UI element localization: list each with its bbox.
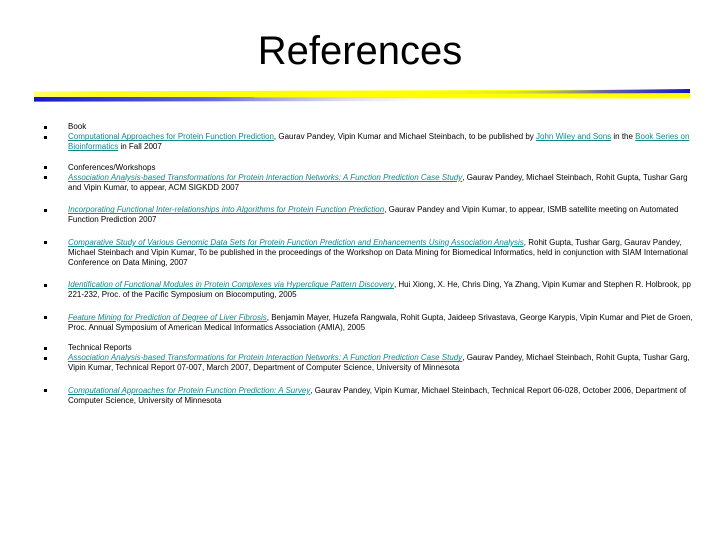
section-heading-book: Book (36, 122, 696, 132)
reference-link[interactable]: Computational Approaches for Protein Fun… (68, 386, 310, 395)
slide: References Book Computational Approaches… (0, 0, 720, 540)
reference-entry: Incorporating Functional Inter-relations… (36, 205, 696, 225)
reference-entry: Computational Approaches for Protein Fun… (36, 132, 696, 152)
decorative-divider-bar (34, 89, 690, 103)
section-heading-label: Conferences/Workshops (68, 162, 156, 172)
reference-link[interactable]: Identification of Functional Modules in … (68, 280, 394, 289)
reference-entry: Comparative Study of Various Genomic Dat… (36, 238, 696, 269)
reference-entry: Association Analysis-based Transformatio… (36, 173, 696, 193)
reference-link[interactable]: Association Analysis-based Transformatio… (68, 353, 462, 362)
reference-date: in Fall 2007 (118, 142, 162, 152)
reference-entry: Association Analysis-based Transformatio… (36, 353, 696, 373)
section-heading-label: Book (68, 122, 87, 131)
reference-link[interactable]: Comparative Study of Various Genomic Dat… (68, 238, 524, 247)
reference-entry: Feature Mining for Prediction of Degree … (36, 313, 696, 333)
section-heading-label: Technical Reports (68, 343, 132, 353)
reference-link[interactable]: Feature Mining for Prediction of Degree … (68, 313, 267, 322)
reference-link[interactable]: Association Analysis-based Transformatio… (68, 173, 462, 182)
section-heading-technical-reports: Technical Reports (36, 343, 696, 353)
reference-authors: , Gaurav Pandey, Vipin Kumar and Michael… (273, 132, 536, 142)
reference-connector: in the (611, 132, 636, 142)
section-heading-conferences: Conferences/Workshops (36, 163, 696, 173)
publisher-link[interactable]: John Wiley and Sons (536, 132, 611, 141)
reference-entry: Computational Approaches for Protein Fun… (36, 386, 696, 406)
reference-link[interactable]: Computational Approaches for Protein Fun… (68, 132, 274, 141)
divider-ribbon-icon (34, 89, 690, 102)
reference-link[interactable]: Incorporating Functional Inter-relations… (68, 205, 384, 214)
reference-entry: Identification of Functional Modules in … (36, 280, 696, 300)
page-title: References (257, 29, 463, 73)
references-list: Book Computational Approaches for Protei… (36, 122, 696, 406)
